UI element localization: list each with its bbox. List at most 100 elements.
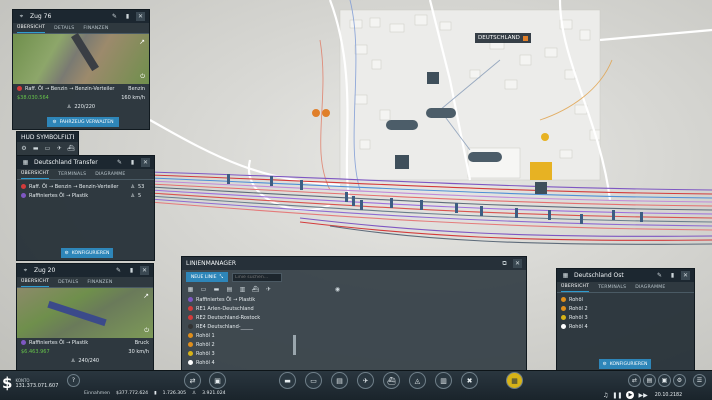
close-icon[interactable]: ✕ <box>136 12 145 21</box>
vehicle-preview[interactable]: ↗ ⏻ <box>13 32 149 84</box>
truck-icon[interactable]: ▬ <box>212 285 221 294</box>
town-button[interactable]: ▥ <box>435 372 452 389</box>
bus-button[interactable]: ▭ <box>305 372 322 389</box>
line-row[interactable]: Rohöl <box>557 295 694 304</box>
window-titlebar[interactable]: ⌖ Zug 20 ✎ ▮ ✕ <box>17 264 153 277</box>
ship-icon[interactable]: ⛴ <box>251 285 260 294</box>
vehicle-window-zug-76[interactable]: ⌖ Zug 76 ✎ ▮ ✕ ÜBERSICHT DETAILS FINANZE… <box>12 9 150 130</box>
edit-icon[interactable]: ✎ <box>114 266 123 275</box>
power-icon[interactable]: ⏻ <box>140 73 145 81</box>
bus-icon[interactable]: ▭ <box>44 144 52 153</box>
window-titlebar[interactable]: ⌖ Zug 76 ✎ ▮ ✕ <box>13 10 149 23</box>
close-icon[interactable]: ✕ <box>140 266 149 275</box>
tab-overview[interactable]: ÜBERSICHT <box>561 282 590 292</box>
tab-charts[interactable]: DIAGRAMME <box>635 283 665 292</box>
music-icon[interactable]: ♫ <box>603 392 608 399</box>
line-row[interactable]: Rohöl 4 <box>557 322 694 331</box>
train-button[interactable]: ▤ <box>331 372 348 389</box>
tab-overview[interactable]: ÜBERSICHT <box>17 23 46 33</box>
play-icon[interactable]: ▶ <box>626 391 635 399</box>
industry-button[interactable]: ▦ <box>506 372 523 389</box>
tab-terminals[interactable]: TERMINALS <box>598 283 626 292</box>
vehicle-window-zug-20[interactable]: ⌖ Zug 20 ✎ ▮ ✕ ÜBERSICHT DETAILS FINANZE… <box>16 263 154 373</box>
edit-icon[interactable]: ✎ <box>655 271 664 280</box>
all-filter-icon[interactable]: ▦ <box>186 285 195 294</box>
bus-icon[interactable]: ▭ <box>199 285 208 294</box>
popout-icon[interactable]: ⧉ <box>500 259 509 268</box>
tab-terminals[interactable]: TERMINALS <box>58 170 86 179</box>
line-row[interactable]: Raff. Öl → Benzin → Benzin-Verteiler ♙ 5… <box>17 182 154 191</box>
train-icon[interactable]: ▤ <box>225 285 234 294</box>
list-scrollbar[interactable] <box>293 335 296 355</box>
line-row[interactable]: Rohöl 4 <box>184 358 298 367</box>
line-list[interactable]: Raffiniertes Öl → Plastik RE1 Arlen-Deut… <box>184 295 298 371</box>
help-button[interactable]: ? <box>67 374 80 387</box>
follow-camera-icon[interactable]: ↗ <box>139 38 145 46</box>
vehicle-preview[interactable]: ↗ ⏻ <box>17 288 153 338</box>
plane-icon[interactable]: ✈ <box>264 285 273 294</box>
window-titlebar[interactable]: ▦ Deutschland Transfer ✎ ▮ ✕ <box>17 156 154 169</box>
line-row[interactable]: Rohöl 1 <box>184 331 298 340</box>
tab-details[interactable]: DETAILS <box>54 24 74 33</box>
line-row[interactable]: Raffiniertes Öl → Plastik ♙ 5 <box>17 191 154 200</box>
menu-button[interactable]: ☰ <box>693 374 706 387</box>
gear-icon[interactable]: ⚙ <box>20 144 28 153</box>
shuffle-button[interactable]: ⇄ <box>184 372 201 389</box>
close-icon[interactable]: ✕ <box>141 158 150 167</box>
close-icon[interactable]: ✕ <box>681 271 690 280</box>
line-row[interactable]: RE4 Deutschland-_____ <box>184 322 298 331</box>
power-icon[interactable]: ⏻ <box>144 327 149 335</box>
line-search-input[interactable] <box>232 272 282 282</box>
line-row[interactable]: Rohöl 2 <box>557 304 694 313</box>
tab-details[interactable]: DETAILS <box>58 278 78 287</box>
follow-camera-icon[interactable]: ↗ <box>143 292 149 300</box>
line-row[interactable]: Raffiniertes Öl → Plastik <box>184 295 298 304</box>
tab-overview[interactable]: ÜBERSICHT <box>21 169 50 179</box>
hud-symbol-filter[interactable]: HUD SYMBOLFILTER ⚙ ▬ ▭ ✈ ⛴ <box>16 131 79 156</box>
edit-icon[interactable]: ✎ <box>110 12 119 21</box>
ship-button[interactable]: ⛴ <box>383 372 400 389</box>
layer-button[interactable]: ⇄ <box>628 374 641 387</box>
configure-button[interactable]: ⚙ KONFIGURIEREN <box>61 248 113 258</box>
manage-vehicle-button[interactable]: ⚙ FAHRZEUG VERWALTEN <box>47 117 119 127</box>
station-window-deutschland-transfer[interactable]: ▦ Deutschland Transfer ✎ ▮ ✕ ÜBERSICHT T… <box>16 155 155 261</box>
tab-charts[interactable]: DIAGRAMME <box>95 170 125 179</box>
truck-icon[interactable]: ▬ <box>32 144 40 153</box>
tram-icon[interactable]: ▥ <box>238 285 247 294</box>
city-label[interactable]: DEUTSCHLAND <box>475 33 531 43</box>
route-label[interactable]: Raff. Öl → Benzin → Benzin-Verteiler <box>25 86 125 92</box>
pin-icon[interactable]: ▮ <box>128 158 137 167</box>
pause-icon[interactable]: ❚❚ <box>612 392 622 399</box>
pin-icon[interactable]: ▮ <box>123 12 132 21</box>
station-window-deutschland-ost[interactable]: ▦ Deutschland Ost ✎ ▮ ✕ ÜBERSICHT TERMIN… <box>556 268 695 372</box>
ship-icon[interactable]: ⛴ <box>67 144 75 153</box>
camera-button[interactable]: ▣ <box>658 374 671 387</box>
new-line-button[interactable]: NEUE LINIE ⤡ <box>186 272 228 282</box>
route-label[interactable]: Raffiniertes Öl → Plastik <box>29 340 132 346</box>
line-row[interactable]: Rohöl 3 <box>557 313 694 322</box>
eye-icon[interactable]: ◉ <box>333 285 342 294</box>
terrain-button[interactable]: ◬ <box>409 372 426 389</box>
plane-button[interactable]: ✈ <box>357 372 374 389</box>
bulldoze-button[interactable]: ✖ <box>461 372 478 389</box>
pin-icon[interactable]: ▮ <box>668 271 677 280</box>
edit-icon[interactable]: ✎ <box>115 158 124 167</box>
close-icon[interactable]: ✕ <box>513 259 522 268</box>
tab-overview[interactable]: ÜBERSICHT <box>21 277 50 287</box>
road-vehicle-button[interactable]: ▬ <box>279 372 296 389</box>
fast-forward-icon[interactable]: ▶▶ <box>638 392 647 399</box>
minimap-button[interactable]: ▤ <box>643 374 656 387</box>
pin-icon[interactable]: ▮ <box>127 266 136 275</box>
line-row[interactable]: Rohöl 3 <box>184 349 298 358</box>
window-titlebar[interactable]: ▦ Deutschland Ost ✎ ▮ ✕ <box>557 269 694 282</box>
tab-finances[interactable]: FINANZEN <box>83 24 108 33</box>
settings-button[interactable]: ⚙ <box>673 374 686 387</box>
line-row[interactable]: Rohöl 2 <box>184 340 298 349</box>
plane-icon[interactable]: ✈ <box>55 144 63 153</box>
window-titlebar[interactable]: LINIENMANAGER ⧉ ✕ <box>182 257 526 270</box>
line-row[interactable]: RE2 Deutschland-Rostock <box>184 313 298 322</box>
configure-button[interactable]: ⚙ KONFIGURIEREN <box>599 359 651 369</box>
line-manager-window[interactable]: LINIENMANAGER ⧉ ✕ NEUE LINIE ⤡ ▦ ▭ ▬ ▤ ▥… <box>181 256 527 372</box>
vehicles-button[interactable]: ▣ <box>209 372 226 389</box>
tab-finances[interactable]: FINANZEN <box>87 278 112 287</box>
